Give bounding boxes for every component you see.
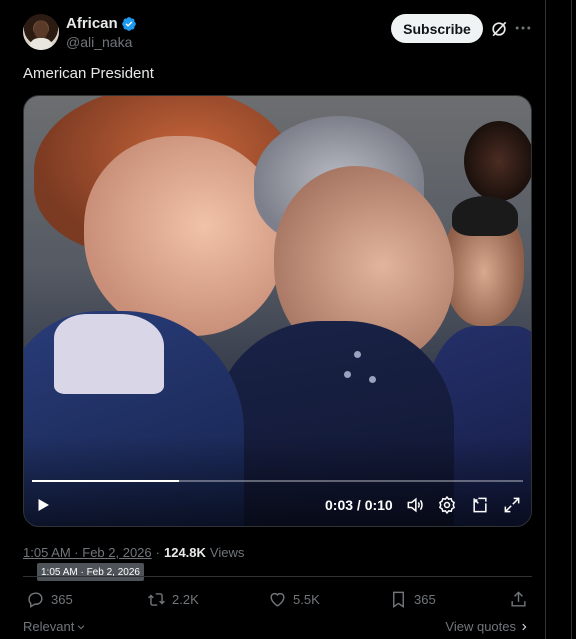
video-frame[interactable] <box>24 96 531 526</box>
video-figure <box>369 376 376 383</box>
view-quotes-link[interactable]: View quotes <box>445 619 529 634</box>
bookmark-count: 365 <box>414 592 436 607</box>
fullscreen-icon[interactable] <box>502 495 522 515</box>
video-player[interactable]: 0:03 / 0:10 <box>23 95 532 527</box>
author-display-name[interactable]: African <box>66 15 118 32</box>
avatar[interactable] <box>23 14 59 50</box>
video-figure <box>464 121 531 201</box>
repost-icon <box>148 593 165 606</box>
video-figure <box>344 371 351 378</box>
reply-count: 365 <box>51 592 73 607</box>
reply-sort-row: Relevant View quotes <box>23 619 532 637</box>
avatar-face <box>34 21 48 39</box>
reply-icon <box>28 592 43 608</box>
sort-dropdown[interactable]: Relevant <box>23 619 86 634</box>
tweet-header: African @ali_naka Subscribe <box>23 14 533 54</box>
divider <box>23 576 532 577</box>
tweet-timestamp[interactable]: 1:05 AM · Feb 2, 2026 <box>23 545 152 560</box>
view-quotes-label: View quotes <box>445 619 516 634</box>
play-icon[interactable] <box>34 495 52 515</box>
like-icon <box>270 592 285 607</box>
video-figure <box>452 196 518 236</box>
repost-button[interactable]: 2.2K <box>147 590 199 609</box>
tweet-meta: 1:05 AM · Feb 2, 2026 · 124.8K Views <box>23 545 244 560</box>
settings-icon[interactable] <box>437 495 457 515</box>
sort-label: Relevant <box>23 619 75 634</box>
author-handle[interactable]: @ali_naka <box>66 34 132 50</box>
name-row: African <box>66 15 137 32</box>
video-controls: 0:03 / 0:10 <box>24 492 531 522</box>
video-progress-bar[interactable] <box>32 480 523 482</box>
meta-separator: · <box>155 545 160 560</box>
verified-badge-icon[interactable] <box>121 16 137 32</box>
volume-icon[interactable] <box>405 495 425 515</box>
avatar-shirt <box>29 38 53 50</box>
more-icon[interactable] <box>513 18 533 38</box>
bookmark-icon <box>393 591 404 608</box>
picture-in-picture-icon[interactable] <box>470 495 490 515</box>
views-label: Views <box>209 545 245 560</box>
video-progress-fill <box>32 480 180 482</box>
reply-button[interactable]: 365 <box>26 590 73 609</box>
grok-icon[interactable] <box>489 19 509 39</box>
share-icon <box>511 591 526 607</box>
views-count: 124.8K <box>163 545 206 560</box>
tweet-text: American President <box>23 65 154 82</box>
video-time: 0:03 / 0:10 <box>325 497 393 513</box>
scrollbar-border <box>571 0 572 639</box>
video-figure <box>84 136 284 336</box>
scrollbar-region <box>547 0 576 639</box>
chevron-down-icon <box>78 624 85 629</box>
video-figure <box>54 314 164 394</box>
subscribe-button[interactable]: Subscribe <box>391 14 483 43</box>
tweet-detail: African @ali_naka Subscribe American Pre… <box>0 0 546 639</box>
like-count: 5.5K <box>293 592 320 607</box>
bookmark-button[interactable]: 365 <box>389 590 436 609</box>
chevron-right-icon <box>522 623 527 630</box>
like-button[interactable]: 5.5K <box>268 590 320 609</box>
timestamp-tooltip: 1:05 AM · Feb 2, 2026 <box>37 563 144 581</box>
video-figure <box>354 351 361 358</box>
repost-count: 2.2K <box>172 592 199 607</box>
share-button[interactable] <box>509 590 528 609</box>
